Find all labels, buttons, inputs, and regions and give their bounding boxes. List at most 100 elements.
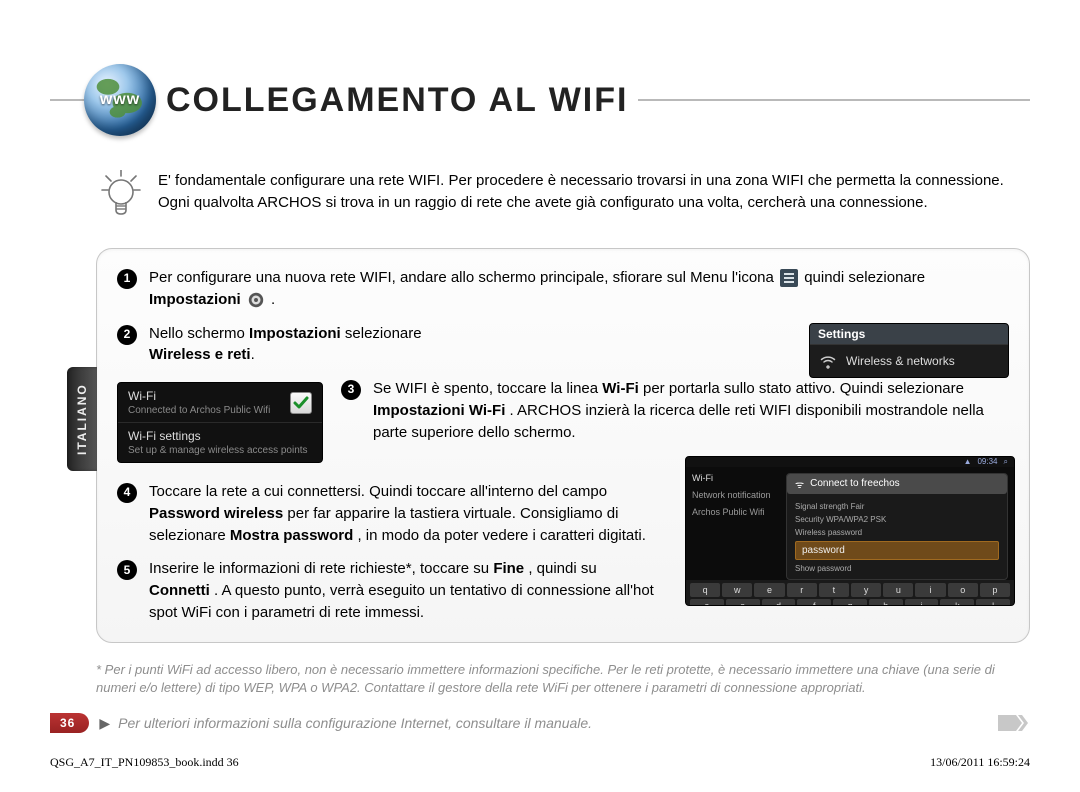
step2-c: . xyxy=(251,346,255,363)
kb-hint: Show password xyxy=(795,564,999,573)
step1-impostazioni: Impostazioni xyxy=(149,291,241,308)
step-number: 3 xyxy=(341,380,361,400)
rule-left xyxy=(50,99,84,101)
step-number: 5 xyxy=(117,560,137,580)
kb-key: r xyxy=(787,583,817,597)
step-3: 3 Se WIFI è spento, toccare la linea Wi-… xyxy=(341,378,1009,443)
kb-key: p xyxy=(980,583,1010,597)
kb-keys: qwertyuiopasdfghjkl⇧zxcvbnm⌫ xyxy=(686,580,1014,606)
step4-pw: Password wireless xyxy=(149,505,283,522)
wifi-row1-title: Wi-Fi xyxy=(128,389,156,403)
tip-block: E' fondamentale configurare una rete WIF… xyxy=(100,170,1030,224)
kb-line0: Signal strength Fair xyxy=(795,502,999,511)
kb-key: f xyxy=(797,599,831,606)
kb-key: d xyxy=(762,599,796,606)
wifi-row-toggle: Wi-Fi Connected to Archos Public Wifi xyxy=(118,383,322,423)
settings-header: Settings xyxy=(810,324,1008,344)
step3-wifi: Wi-Fi xyxy=(602,380,639,397)
wifi-checkbox-icon xyxy=(290,392,312,414)
step-1: 1 Per configurare una nuova rete WIFI, a… xyxy=(117,267,1009,311)
kb-line2: Wireless password xyxy=(795,528,999,537)
kb-key: k xyxy=(940,599,974,606)
step5-a: Inserire le informazioni di rete richies… xyxy=(149,560,493,577)
step3-a: Se WIFI è spento, toccare la linea xyxy=(373,380,602,397)
gear-icon xyxy=(247,291,265,309)
kb-dialog-title: ᯤ Connect to freechos xyxy=(787,474,1007,494)
step2-impostazioni: Impostazioni xyxy=(249,325,341,342)
footnote: * Per i punti WiFi ad accesso libero, no… xyxy=(96,661,1030,697)
kb-key: o xyxy=(948,583,978,597)
wifi-row2-sub: Set up & manage wireless access points xyxy=(128,445,308,456)
kb-key: j xyxy=(905,599,939,606)
step4-showpw: Mostra password xyxy=(230,527,353,544)
page-title: COLLEGAMENTO AL WIFI xyxy=(166,81,628,120)
rule-right xyxy=(638,99,1030,101)
page-number-badge: 36 xyxy=(50,713,89,733)
step1-text-b: quindi selezionare xyxy=(804,269,925,286)
step4-a: Toccare la rete a cui connettersi. Quind… xyxy=(149,483,607,500)
tip-text: E' fondamentale configurare una rete WIF… xyxy=(158,170,1020,224)
step2-wireless: Wireless e reti xyxy=(149,346,251,363)
kb-key: y xyxy=(851,583,881,597)
bar-end-icon xyxy=(998,715,1030,731)
wifi-icon xyxy=(820,353,836,369)
globe-label: www xyxy=(100,91,140,109)
step4-c: , in modo da poter vedere i caratteri di… xyxy=(357,527,646,544)
kb-line1: Security WPA/WPA2 PSK xyxy=(795,515,999,524)
step5-fine: Fine xyxy=(493,560,524,577)
bottom-text: Per ulteriori informazioni sulla configu… xyxy=(118,715,998,731)
main-box: ITALIANO 1 Per configurare una nuova ret… xyxy=(96,248,1030,643)
lightbulb-icon xyxy=(100,170,142,224)
kb-left-1: Network notification xyxy=(692,490,780,500)
kb-key: w xyxy=(722,583,752,597)
menu-icon xyxy=(780,269,798,287)
step1-text-a: Per configurare una nuova rete WIFI, and… xyxy=(149,269,778,286)
step-number: 4 xyxy=(117,483,137,503)
kb-key: l xyxy=(976,599,1010,606)
step-number: 2 xyxy=(117,325,137,345)
settings-row-label: Wireless & networks xyxy=(846,354,955,368)
globe-wrap: www xyxy=(84,64,156,136)
kb-time: 09:34 xyxy=(977,457,997,466)
kb-key: u xyxy=(883,583,913,597)
kb-key: h xyxy=(869,599,903,606)
kb-search-icon: ⌕ xyxy=(1004,457,1008,467)
prepress-line: QSG_A7_IT_PN109853_book.indd 36 13/06/20… xyxy=(50,755,1030,770)
heading-row: www COLLEGAMENTO AL WIFI xyxy=(50,64,1030,136)
step5-c: . A questo punto, verrà eseguito un tent… xyxy=(149,582,654,621)
kb-left-list: Wi-Fi Network notification Archos Public… xyxy=(686,467,786,580)
step3-b: per portarla sullo stato attivo. Quindi … xyxy=(643,380,964,397)
kb-password-field: password xyxy=(795,541,999,560)
kb-wifi-icon: ▲ xyxy=(964,457,972,466)
kb-key: t xyxy=(819,583,849,597)
settings-screenshot: Settings Wireless & networks xyxy=(809,323,1009,378)
wifi-row1-sub: Connected to Archos Public Wifi xyxy=(128,405,270,416)
kb-key: a xyxy=(690,599,724,606)
kb-key: e xyxy=(754,583,784,597)
step2-b: selezionare xyxy=(345,325,422,342)
kb-left-0: Wi-Fi xyxy=(692,473,780,483)
kb-statusbar: ▲ 09:34 ⌕ xyxy=(686,457,1014,467)
step-2: 2 Nello schermo Impostazioni selezionare… xyxy=(117,323,791,367)
prepress-file: QSG_A7_IT_PN109853_book.indd 36 xyxy=(50,755,239,770)
kb-key: i xyxy=(915,583,945,597)
prepress-stamp: 13/06/2011 16:59:24 xyxy=(930,755,1030,770)
kb-left-2: Archos Public Wifi xyxy=(692,507,780,517)
arrow-icon: ▶ xyxy=(99,715,110,732)
globe-icon: www xyxy=(84,64,156,136)
step3-impwifi: Impostazioni Wi-Fi xyxy=(373,402,505,419)
wifi-panel-screenshot: Wi-Fi Connected to Archos Public Wifi Wi… xyxy=(117,382,323,463)
bottom-bar: 36 ▶ Per ulteriori informazioni sulla co… xyxy=(50,712,1030,734)
step5-b: , quindi su xyxy=(528,560,596,577)
step2-a: Nello schermo xyxy=(149,325,249,342)
wifi-row2-title: Wi-Fi settings xyxy=(128,429,201,443)
step1-text-c: . xyxy=(271,291,275,308)
kb-dialog: ᯤ Connect to freechos Signal strength Fa… xyxy=(786,473,1008,580)
step-number: 1 xyxy=(117,269,137,289)
wifi-row-settings: Wi-Fi settings Set up & manage wireless … xyxy=(118,423,322,462)
keyboard-screenshot: ▲ 09:34 ⌕ Wi-Fi Network notification Arc… xyxy=(685,456,1015,606)
kb-key: s xyxy=(726,599,760,606)
step5-connetti: Connetti xyxy=(149,582,210,599)
settings-row-wireless: Wireless & networks xyxy=(810,344,1008,377)
kb-key: q xyxy=(690,583,720,597)
